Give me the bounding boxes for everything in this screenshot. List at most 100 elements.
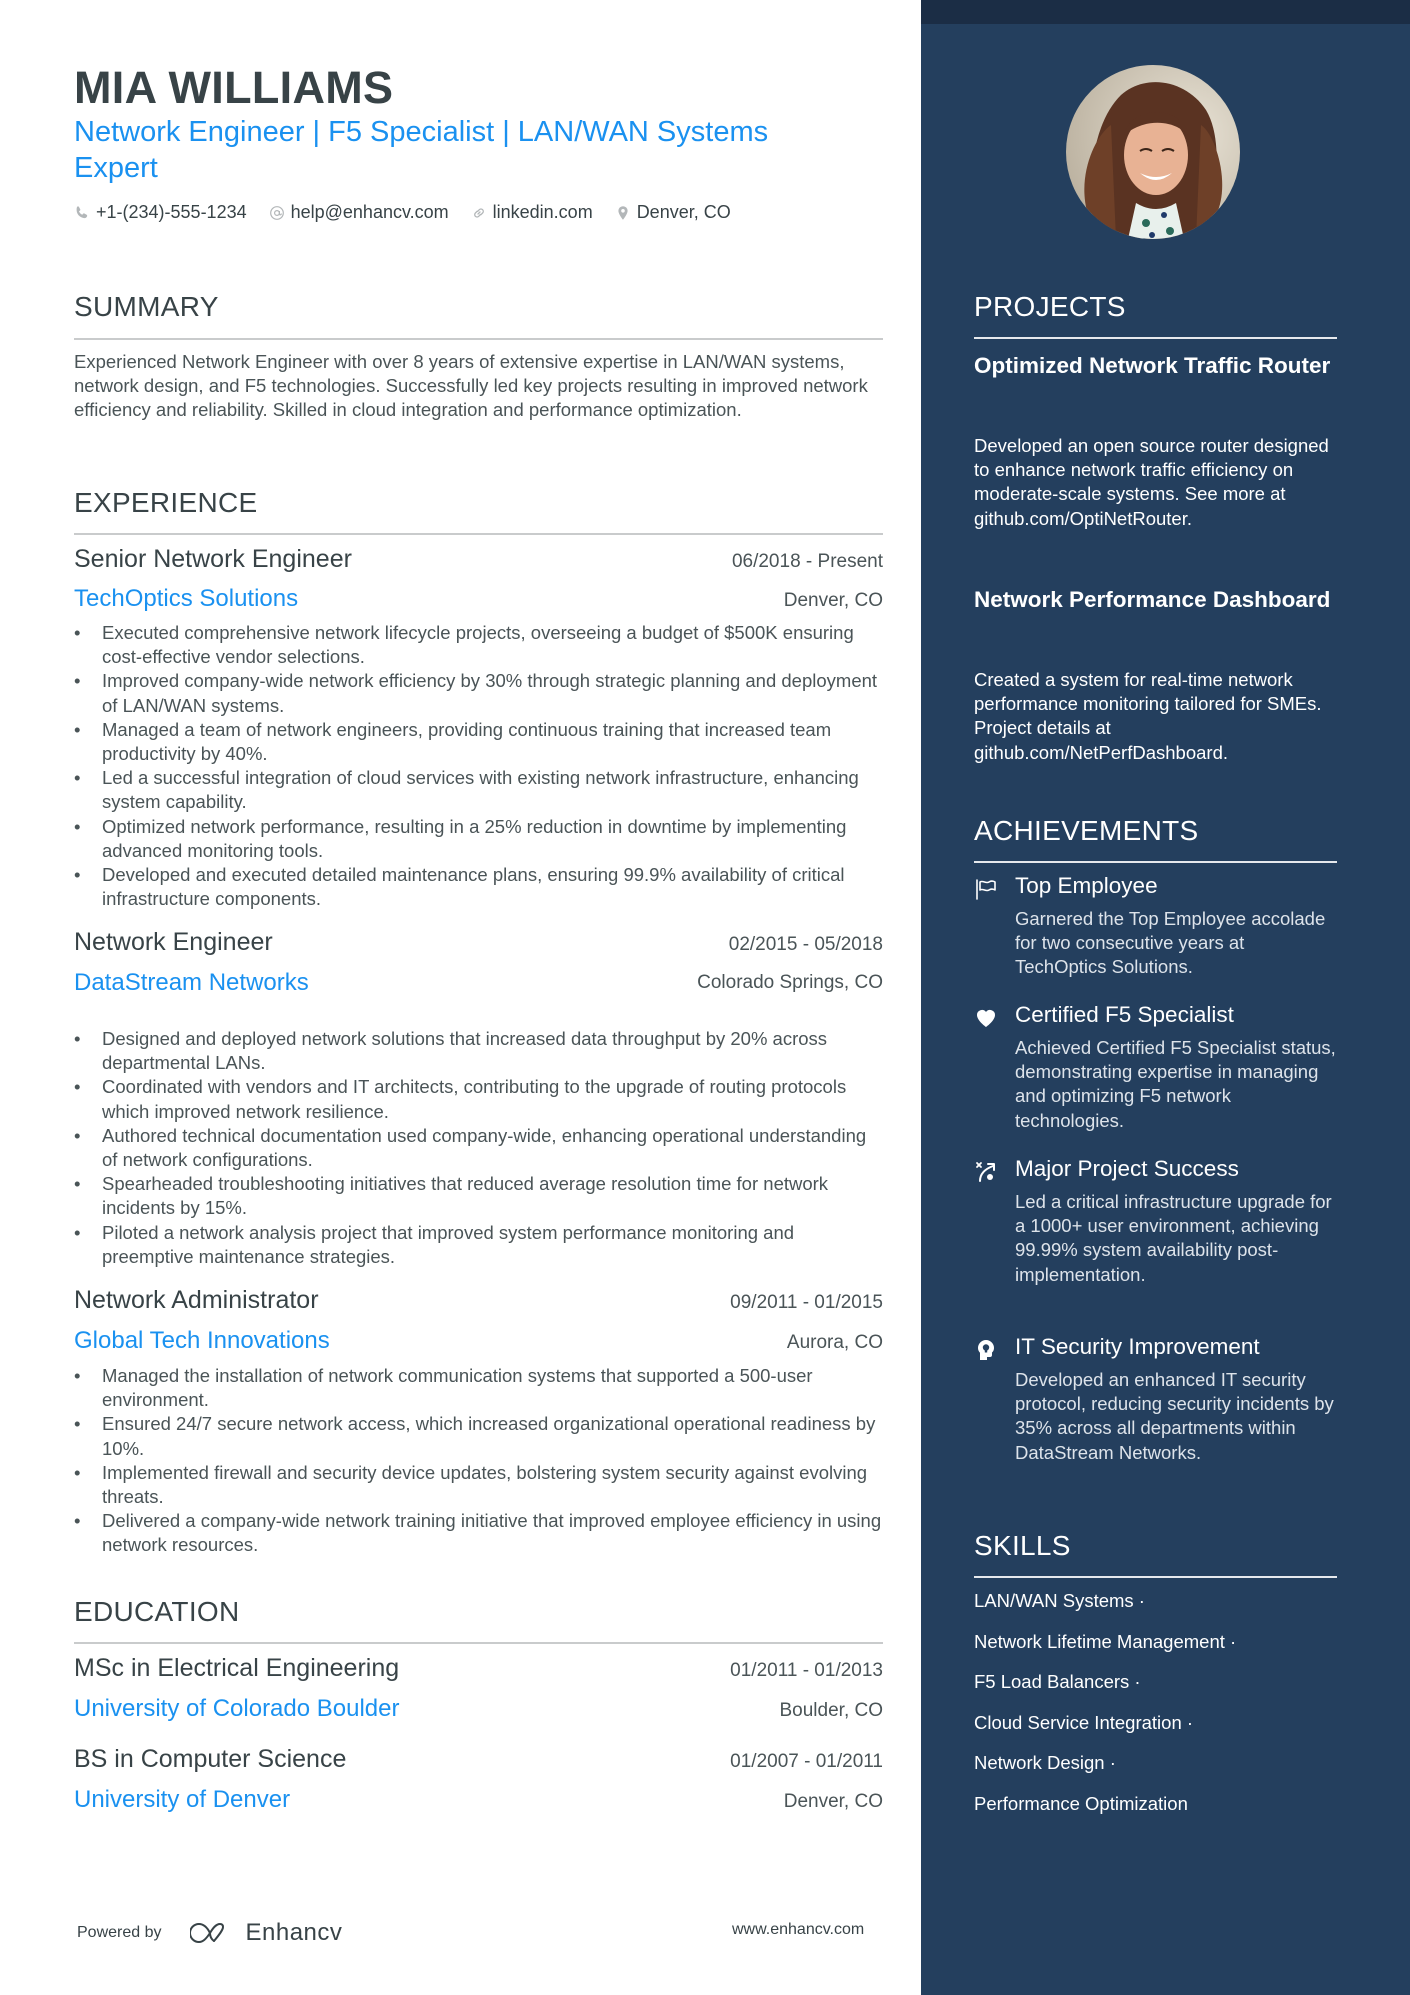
education-1-header: MSc in Electrical Engineering 01/2011 - …: [74, 1654, 883, 1683]
contact-phone-text: +1-(234)-555-1234: [96, 202, 247, 222]
bullet: Managed the installation of network comm…: [74, 1364, 883, 1412]
job-location: Colorado Springs, CO: [697, 972, 883, 993]
job-dates: 02/2015 - 05/2018: [728, 934, 883, 955]
achievement-description: Garnered the Top Employee accolade for t…: [1015, 908, 1326, 978]
skill-item: Network Design ·: [974, 1752, 1116, 1773]
achievement-title: Major Project Success: [1015, 1156, 1239, 1181]
job-2-header: Network Engineer 02/2015 - 05/2018: [74, 928, 883, 957]
location-pin-icon: [618, 205, 628, 220]
contact-email-text: help@enhancv.com: [290, 202, 449, 222]
footer-branding: Powered by Enhancv: [77, 1919, 342, 1947]
profile-photo-illustration: [1066, 65, 1240, 239]
experience-divider: [74, 533, 883, 535]
skill-item: Cloud Service Integration ·: [974, 1712, 1194, 1733]
profile-photo: [1066, 65, 1240, 239]
education-heading: EDUCATION: [74, 1596, 240, 1627]
contact-phone[interactable]: +1-(234)-555-1234: [74, 202, 247, 223]
projects-heading: PROJECTS: [974, 291, 1126, 322]
achievements-heading: ACHIEVEMENTS: [974, 815, 1199, 846]
contact-linkedin-text: linkedin.com: [492, 202, 593, 222]
powered-by-label: Powered by: [77, 1924, 162, 1941]
contact-email[interactable]: help@enhancv.com: [269, 202, 449, 223]
bullet: Developed and executed detailed maintena…: [74, 863, 883, 911]
education-location: Denver, CO: [783, 1791, 883, 1812]
achievement-description: Developed an enhanced IT security protoc…: [1015, 1369, 1334, 1463]
skill-item: Network Lifetime Management ·: [974, 1631, 1237, 1652]
education-dates: 01/2007 - 01/2011: [730, 1751, 883, 1772]
summary-heading: SUMMARY: [74, 291, 219, 322]
bullet: Piloted a network analysis project that …: [74, 1221, 883, 1269]
bullet: Optimized network performance, resulting…: [74, 815, 883, 863]
project-title: Optimized Network Traffic Router: [974, 353, 1331, 378]
project-description: Developed an open source router designed…: [974, 435, 1329, 529]
bullet: Delivered a company-wide network trainin…: [74, 1509, 883, 1557]
school: University of Colorado Boulder: [74, 1695, 400, 1722]
achievement-title: Top Employee: [1015, 873, 1158, 898]
bullet: Executed comprehensive network lifecycle…: [74, 621, 883, 669]
summary-text: Experienced Network Engineer with over 8…: [74, 351, 868, 421]
education-dates: 01/2011 - 01/2013: [730, 1660, 883, 1681]
job-2-org-row: DataStream Networks Colorado Springs, CO: [74, 969, 883, 997]
flag-icon: [976, 879, 996, 900]
summary-divider: [74, 338, 883, 340]
bullet: Led a successful integration of cloud se…: [74, 766, 883, 814]
enhancv-logo-icon: [189, 1923, 224, 1943]
bullet: Ensured 24/7 secure network access, whic…: [74, 1412, 883, 1460]
headline: Network Engineer | F5 Specialist | LAN/W…: [74, 116, 769, 184]
bullet: Improved company-wide network efficiency…: [74, 669, 883, 717]
sidebar-top-band: [921, 0, 1410, 24]
achievement-description: Led a critical infrastructure upgrade fo…: [1015, 1191, 1332, 1285]
skill-item: F5 Load Balancers ·: [974, 1671, 1141, 1692]
skills-divider: [974, 1576, 1337, 1578]
at-icon: [269, 205, 284, 220]
education-location: Boulder, CO: [779, 1700, 884, 1721]
education-2-header: BS in Computer Science 01/2007 - 01/2011: [74, 1745, 883, 1774]
education-divider: [74, 1642, 883, 1644]
achievements-divider: [974, 861, 1337, 863]
education-2-school-row: University of Denver Denver, CO: [74, 1786, 883, 1814]
job-1-bullets: Executed comprehensive network lifecycle…: [74, 621, 883, 911]
projects-divider: [974, 337, 1337, 339]
footer-website-link[interactable]: www.enhancv.com: [732, 1921, 864, 1939]
job-company: TechOptics Solutions: [74, 585, 299, 612]
job-role: Network Engineer: [74, 928, 273, 956]
bullet: Authored technical documentation used co…: [74, 1124, 883, 1172]
contact-linkedin[interactable]: linkedin.com: [471, 202, 593, 223]
job-company: DataStream Networks: [74, 969, 309, 996]
skill-item: LAN/WAN Systems ·: [974, 1590, 1145, 1611]
achievement-description: Achieved Certified F5 Specialist status,…: [1015, 1037, 1336, 1131]
bullet: Coordinated with vendors and IT architec…: [74, 1075, 883, 1123]
enhancv-logo[interactable]: Enhancv: [189, 1919, 343, 1947]
job-location: Denver, CO: [783, 590, 883, 611]
heart-icon: [977, 1010, 995, 1027]
bullet: Managed a team of network engineers, pro…: [74, 718, 883, 766]
degree: BS in Computer Science: [74, 1745, 347, 1773]
phone-icon: [76, 205, 88, 218]
job-role: Senior Network Engineer: [74, 545, 352, 573]
job-2-bullets: Designed and deployed network solutions …: [74, 1027, 883, 1269]
degree: MSc in Electrical Engineering: [74, 1654, 400, 1682]
job-dates: 09/2011 - 01/2015: [730, 1292, 883, 1313]
bullet: Spearheaded troubleshooting initiatives …: [74, 1172, 883, 1220]
enhancv-wordmark: Enhancv: [245, 1919, 343, 1946]
school: University of Denver: [74, 1786, 291, 1813]
head-bulb-icon: [978, 1340, 994, 1360]
skill-item: Performance Optimization: [974, 1793, 1188, 1814]
project-title: Network Performance Dashboard: [974, 587, 1331, 612]
contact-location-text: Denver, CO: [636, 202, 731, 222]
job-1-org-row: TechOptics Solutions Denver, CO: [74, 585, 883, 613]
job-company: Global Tech Innovations: [74, 1327, 330, 1354]
achievement-title: Certified F5 Specialist: [1015, 1002, 1234, 1027]
sidebar: PROJECTS Optimized Network Traffic Route…: [921, 0, 1410, 1995]
candidate-name: MIA WILLIAMS: [74, 62, 394, 113]
job-3-header: Network Administrator 09/2011 - 01/2015: [74, 1286, 883, 1315]
bullet: Implemented firewall and security device…: [74, 1461, 883, 1509]
link-icon: [473, 207, 484, 218]
job-location: Aurora, CO: [786, 1332, 883, 1353]
education-1-school-row: University of Colorado Boulder Boulder, …: [74, 1695, 883, 1723]
job-1-header: Senior Network Engineer 06/2018 - Presen…: [74, 545, 883, 574]
contact-location: Denver, CO: [615, 202, 731, 223]
job-dates: 06/2018 - Present: [731, 551, 883, 572]
skills-heading: SKILLS: [974, 1530, 1071, 1561]
contact-bar: +1-(234)-555-1234 help@enhancv.com linke…: [74, 202, 731, 223]
